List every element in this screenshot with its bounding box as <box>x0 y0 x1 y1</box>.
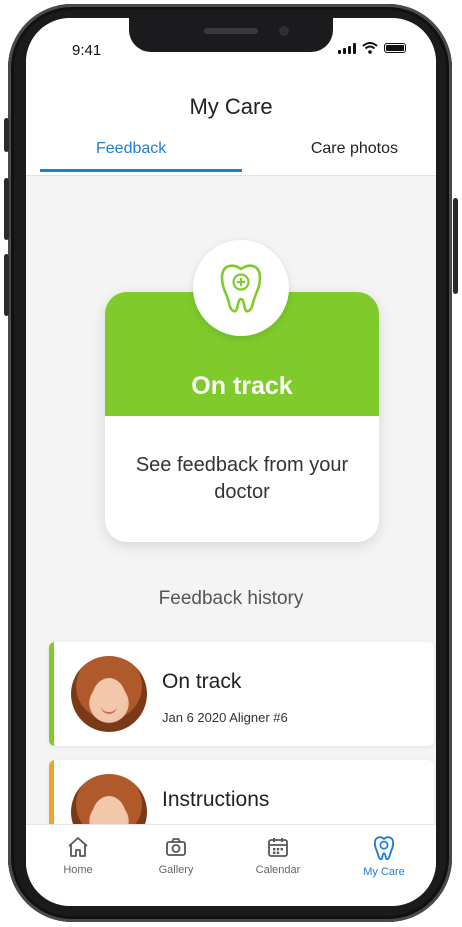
app-screen: 9:41 My Care Feedback Care photos On tra… <box>26 18 436 906</box>
nav-my-care-label: My Care <box>363 866 405 878</box>
volume-up-button <box>4 178 9 240</box>
nav-home-label: Home <box>63 864 93 876</box>
power-button <box>453 198 458 294</box>
cellular-signal-icon <box>338 42 356 54</box>
silent-switch <box>4 118 9 152</box>
wifi-icon <box>362 42 378 54</box>
tab-feedback[interactable]: Feedback <box>96 140 166 158</box>
status-time: 9:41 <box>72 42 102 59</box>
front-camera <box>279 26 289 36</box>
active-tab-indicator <box>40 169 242 172</box>
nav-gallery[interactable]: Gallery <box>136 835 216 876</box>
phone-notch <box>129 18 333 52</box>
tooth-plus-icon <box>220 264 262 313</box>
camera-icon <box>166 838 186 856</box>
tab-care-photos[interactable]: Care photos <box>311 140 398 158</box>
bottom-tab-bar: Home Gallery Calendar My Care <box>26 824 436 906</box>
feedback-history-title: Feedback history <box>158 588 304 609</box>
history-item-subtitle: Jan 6 2020 Aligner #6 <box>162 710 288 725</box>
speaker-grille <box>204 28 258 34</box>
doctor-avatar <box>71 656 147 732</box>
tab-divider <box>26 175 436 176</box>
home-icon <box>68 837 88 857</box>
history-item[interactable]: On track Jan 6 2020 Aligner #6 <box>49 642 434 746</box>
battery-icon <box>384 43 406 53</box>
tooth-icon <box>373 836 395 861</box>
status-title: On track <box>191 372 293 400</box>
status-icons <box>338 42 406 54</box>
status-accent-bar <box>49 642 54 746</box>
nav-home[interactable]: Home <box>38 835 118 876</box>
nav-calendar-label: Calendar <box>255 864 301 876</box>
calendar-icon <box>268 838 288 857</box>
volume-down-button <box>4 254 9 316</box>
nav-gallery-label: Gallery <box>158 864 194 876</box>
page-title: My Care <box>189 94 273 119</box>
tooth-badge <box>193 240 289 336</box>
nav-my-care[interactable]: My Care <box>344 835 424 878</box>
nav-calendar[interactable]: Calendar <box>238 835 318 876</box>
status-message: See feedback from your doctor <box>135 454 349 503</box>
header: My Care Feedback Care photos <box>26 66 436 176</box>
history-item-title: On track <box>162 670 242 693</box>
history-item-title: Instructions <box>162 788 270 811</box>
